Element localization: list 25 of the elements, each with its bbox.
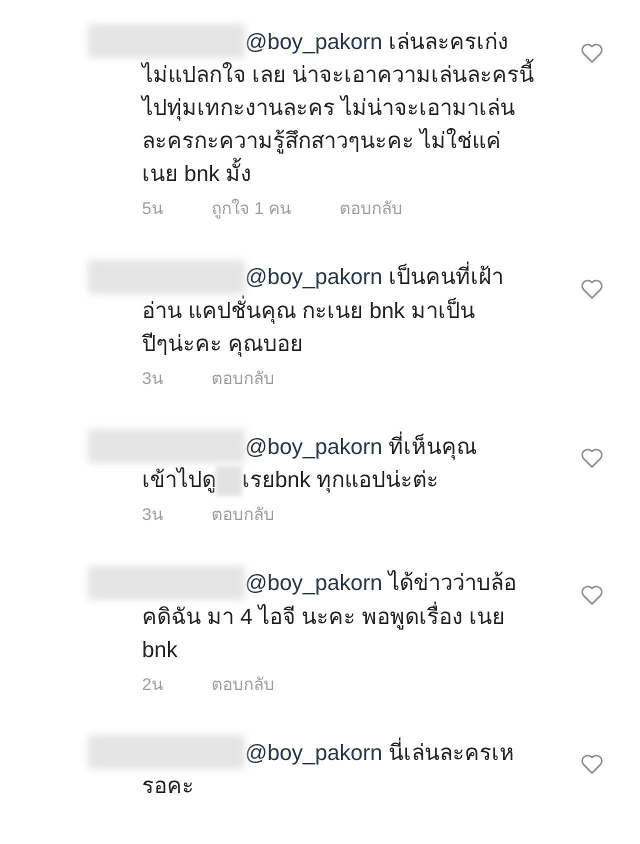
comment-text: รอคะ <box>142 772 195 800</box>
heart-icon[interactable] <box>580 447 604 469</box>
comment-time: 3น <box>142 368 164 390</box>
comment-text: คดิฉัน มา 4 ไอจี นะคะ พอพูดเรื่อง เนย bnk <box>142 600 506 664</box>
comment-text: อ่าน แคปชั่นคุณ กะเนย bnk มาเป็น ปีๆน่ะคะ คุณบอย <box>142 294 476 359</box>
comment-text: @boy_pakorn เล่นละครเก่ง <box>245 28 508 56</box>
comment-text: ไม่แปลกใจ เลย น่าจะเอาความเล่นละครนี้ ไปทุ่มเทกะงานละคร ไม่น่าจะเอามาเล่น ละครกะความรู้สึกสาวๆนะคะ ไม่ใช่แค่ เนย bnk มั้ง <box>142 58 540 190</box>
heart-icon[interactable] <box>580 753 604 776</box>
redaction-blur <box>216 466 242 496</box>
heart-icon[interactable] <box>580 584 604 606</box>
comment-text: @boy_pakorn เป็นคนที่เฝ้า <box>245 260 504 293</box>
comment-text: @boy_pakorn ได้ข่าวว่าบล้อ <box>245 569 516 598</box>
mention-link[interactable]: @boy_pakorn <box>245 570 382 596</box>
comment-text: เข้าไปดู เรยbnk ทุกแอปน่ะต่ะ <box>142 463 540 496</box>
comment-time: 5น <box>142 198 164 220</box>
mention-link[interactable]: @boy_pakorn <box>245 434 382 458</box>
comment-text: @boy_pakorn นี่เล่นละครเห <box>245 736 514 767</box>
mention-link[interactable]: @boy_pakorn <box>245 28 382 54</box>
comment-time: 3น <box>142 504 164 526</box>
comment-time: 2น <box>142 674 164 696</box>
comment-text: @boy_pakorn ที่เห็นคุณ <box>245 430 476 462</box>
heart-icon[interactable] <box>580 42 604 64</box>
mention-link[interactable]: @boy_pakorn <box>245 740 382 765</box>
mention-link[interactable]: @boy_pakorn <box>245 264 382 289</box>
heart-icon[interactable] <box>580 278 604 300</box>
